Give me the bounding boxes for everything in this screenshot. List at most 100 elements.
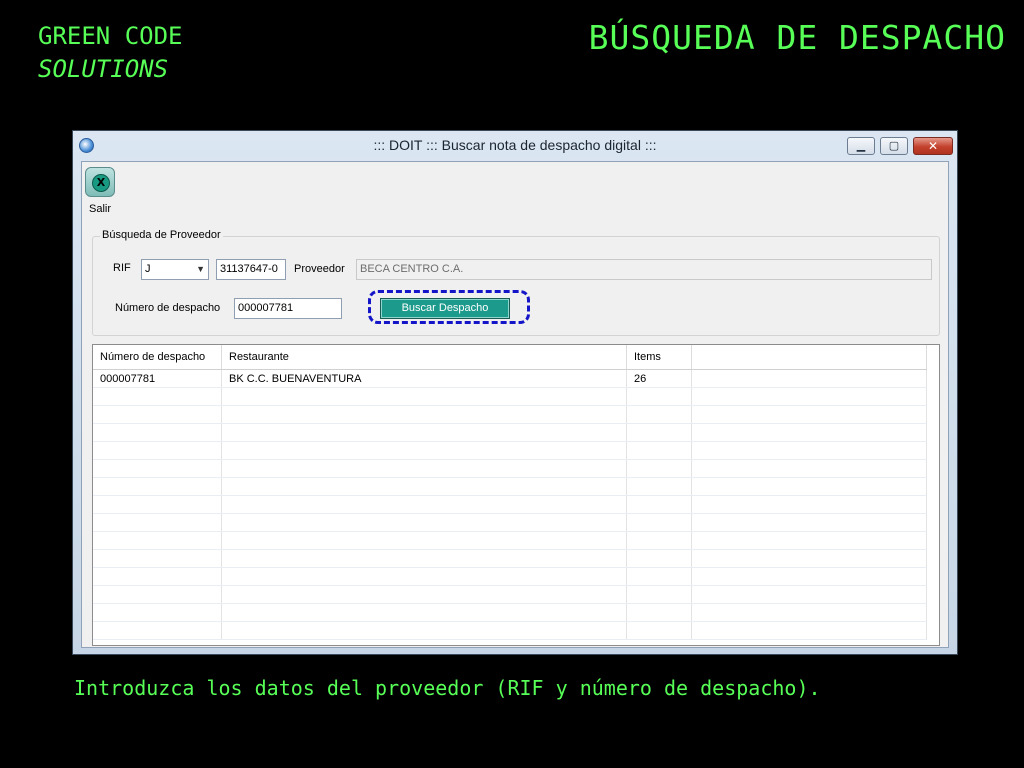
empty-table-row: [93, 459, 927, 478]
empty-cell: [626, 441, 692, 460]
brand-line-1: GREEN CODE: [38, 22, 183, 50]
empty-cell: [626, 423, 692, 442]
brand-line-2: SOLUTIONS: [38, 55, 169, 83]
cell-empty: [691, 369, 927, 388]
empty-cell: [221, 459, 627, 478]
empty-cell: [93, 531, 222, 550]
empty-cell: [626, 621, 692, 640]
maximize-icon: ▢: [888, 139, 900, 152]
empty-cell: [221, 549, 627, 568]
empty-cell: [691, 441, 927, 460]
empty-table-row: [93, 477, 927, 496]
empty-cell: [93, 549, 222, 568]
empty-cell: [626, 585, 692, 604]
proveedor-field: BECA CENTRO C.A.: [356, 259, 932, 280]
empty-table-row: [93, 495, 927, 514]
empty-cell: [221, 567, 627, 586]
column-header-empty: [691, 345, 927, 370]
empty-cell: [691, 513, 927, 532]
empty-cell: [221, 387, 627, 406]
close-button[interactable]: ✕: [913, 137, 953, 155]
empty-cell: [93, 459, 222, 478]
empty-cell: [626, 603, 692, 622]
empty-cell: [93, 621, 222, 640]
empty-table-row: [93, 621, 927, 640]
empty-cell: [626, 495, 692, 514]
rif-type-value: J: [145, 263, 151, 275]
app-window: ::: DOIT ::: Buscar nota de despacho dig…: [72, 130, 958, 655]
empty-table-row: [93, 531, 927, 550]
empty-cell: [221, 477, 627, 496]
empty-cell: [93, 513, 222, 532]
empty-cell: [221, 423, 627, 442]
empty-cell: [221, 531, 627, 550]
window-title: ::: DOIT ::: Buscar nota de despacho dig…: [373, 137, 657, 153]
empty-cell: [691, 477, 927, 496]
results-grid[interactable]: Número de despacho Restaurante Items 000…: [92, 344, 940, 646]
brand-logo-text: GREEN CODE SOLUTIONS: [38, 20, 183, 86]
column-header-restaurante[interactable]: Restaurante: [221, 345, 627, 370]
empty-cell: [93, 387, 222, 406]
chevron-down-icon: ▼: [196, 264, 205, 274]
empty-table-row: [93, 387, 927, 406]
minimize-button[interactable]: ▁: [847, 137, 875, 155]
cell-despacho: 000007781: [93, 369, 222, 388]
empty-cell: [93, 567, 222, 586]
empty-table-row: [93, 513, 927, 532]
empty-table-row: [93, 423, 927, 442]
column-header-items[interactable]: Items: [626, 345, 692, 370]
empty-cell: [691, 531, 927, 550]
despacho-number-input[interactable]: 000007781: [234, 298, 342, 319]
rif-type-select[interactable]: J ▼: [141, 259, 209, 280]
rif-label: RIF: [113, 262, 131, 274]
empty-cell: [221, 585, 627, 604]
group-legend: Búsqueda de Proveedor: [100, 229, 223, 241]
empty-table-row: [93, 567, 927, 586]
empty-cell: [691, 405, 927, 424]
empty-cell: [93, 585, 222, 604]
empty-cell: [691, 621, 927, 640]
empty-table-row: [93, 405, 927, 424]
empty-cell: [93, 405, 222, 424]
exit-icon: X: [85, 167, 115, 197]
search-despacho-button[interactable]: Buscar Despacho: [380, 298, 510, 319]
empty-cell: [691, 549, 927, 568]
empty-cell: [93, 477, 222, 496]
table-row[interactable]: 000007781 BK C.C. BUENAVENTURA 26: [93, 369, 927, 388]
empty-cell: [691, 423, 927, 442]
empty-cell: [691, 459, 927, 478]
empty-cell: [221, 405, 627, 424]
empty-table-row: [93, 441, 927, 460]
empty-cell: [626, 387, 692, 406]
exit-button[interactable]: X Salir: [82, 167, 118, 216]
empty-cell: [691, 567, 927, 586]
exit-label: Salir: [88, 203, 111, 215]
empty-cell: [93, 603, 222, 622]
empty-cell: [691, 603, 927, 622]
cell-restaurante: BK C.C. BUENAVENTURA: [221, 369, 627, 388]
column-header-despacho[interactable]: Número de despacho: [93, 345, 222, 370]
maximize-button[interactable]: ▢: [880, 137, 908, 155]
empty-cell: [93, 495, 222, 514]
cell-items: 26: [626, 369, 692, 388]
empty-cell: [691, 495, 927, 514]
close-icon: ✕: [927, 139, 939, 153]
empty-cell: [626, 531, 692, 550]
empty-cell: [691, 387, 927, 406]
empty-cell: [221, 621, 627, 640]
empty-cell: [93, 441, 222, 460]
empty-cell: [626, 567, 692, 586]
empty-table-row: [93, 603, 927, 622]
empty-table-row: [93, 585, 927, 604]
empty-cell: [221, 495, 627, 514]
rif-number-input[interactable]: 31137647-0: [216, 259, 286, 280]
slide-title: BÚSQUEDA DE DESPACHO: [588, 18, 1006, 57]
window-titlebar[interactable]: ::: DOIT ::: Buscar nota de despacho dig…: [73, 131, 957, 161]
window-client-area: X Salir Búsqueda de Proveedor RIF J ▼ 31…: [81, 161, 949, 648]
empty-cell: [221, 603, 627, 622]
proveedor-label: Proveedor: [294, 263, 345, 275]
empty-cell: [626, 513, 692, 532]
empty-cell: [626, 477, 692, 496]
empty-cell: [626, 459, 692, 478]
empty-cell: [221, 441, 627, 460]
